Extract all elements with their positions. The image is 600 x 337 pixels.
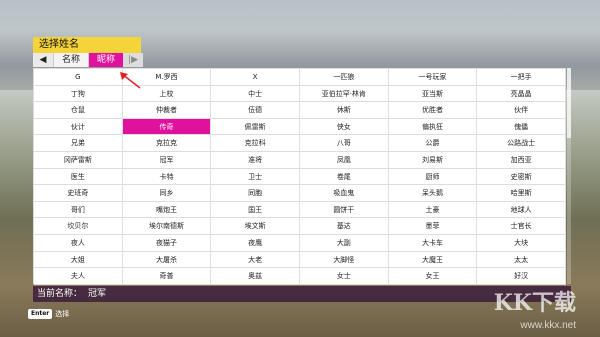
name-cell[interactable]: 大块	[477, 234, 566, 252]
name-cell[interactable]: 墨菲	[388, 218, 478, 235]
name-cell[interactable]: 兄弟	[34, 135, 123, 152]
watermark-url: www.kkx.net	[520, 320, 576, 331]
name-cell[interactable]: 优胜者	[388, 102, 478, 119]
name-cell[interactable]: 公路战士	[477, 135, 566, 152]
dialog-title: 选择姓名	[33, 37, 141, 53]
watermark: KK下载 www.kkx.net	[486, 285, 576, 331]
tab-prev-arrow-icon[interactable]: ◀	[33, 53, 53, 67]
name-cell[interactable]: 伙伴	[477, 102, 566, 119]
name-cell[interactable]: 厨师	[388, 168, 478, 186]
select-action-label: 选择	[55, 310, 70, 318]
name-cell[interactable]: 嘴炮王	[122, 201, 212, 219]
name-cell[interactable]: X	[211, 69, 300, 86]
name-cell[interactable]: 坎贝尔	[34, 218, 123, 235]
name-cell[interactable]: 基达	[299, 218, 389, 235]
name-cell[interactable]: 大姐	[34, 251, 123, 269]
name-cell[interactable]: 刘易斯	[388, 151, 478, 169]
name-cell[interactable]: 夜猫子	[122, 234, 212, 252]
name-cell[interactable]: 夜鹰	[211, 234, 300, 252]
name-cell[interactable]: 地球人	[477, 201, 566, 219]
name-cell[interactable]: 克拉科	[211, 135, 300, 152]
mouse-pointer-icon	[120, 72, 141, 89]
name-cell[interactable]: 大魔王	[388, 251, 478, 269]
name-cell[interactable]: 夫人	[34, 268, 123, 285]
name-cell[interactable]: 国王	[211, 201, 300, 219]
name-cell[interactable]: 医生	[34, 168, 123, 186]
name-cell[interactable]: 同胞	[211, 185, 300, 202]
tab-name[interactable]: 名称	[53, 53, 89, 67]
name-cell[interactable]: 史密斯	[477, 168, 566, 186]
name-cell[interactable]: 一把手	[477, 69, 566, 86]
name-cell[interactable]: 埃文斯	[211, 218, 300, 235]
name-cell[interactable]: 八哥	[299, 135, 389, 152]
name-cell[interactable]: 大副	[299, 234, 389, 252]
name-cell[interactable]: 土豪	[388, 201, 478, 219]
name-cell[interactable]: 凤凰	[299, 151, 389, 169]
current-name-label: 当前名称：	[37, 289, 83, 299]
tab-nickname[interactable]: 昵称	[88, 53, 124, 67]
name-grid: G M.罗西 X 一匹狼 一号玩家 一把手 丁狗 上校 中士 亚伯拉罕·林肯 亚当斯 亮晶晶 仓鼠 仲裁者…	[33, 68, 566, 285]
name-cell[interactable]: G	[34, 69, 123, 86]
enter-key-icon: Enter	[28, 309, 53, 319]
name-cell[interactable]: 奥兹	[211, 268, 300, 285]
name-cell[interactable]: 大脚怪	[299, 251, 389, 269]
name-cell[interactable]: 佩雷斯	[211, 118, 300, 136]
name-cell[interactable]: 大老	[211, 251, 300, 269]
name-cell[interactable]: 卷尾	[299, 168, 389, 186]
scroll-thumb[interactable]	[567, 68, 571, 138]
name-cell[interactable]: 仲裁者	[122, 102, 212, 119]
name-cell[interactable]: 傀儡	[477, 118, 566, 136]
name-cell[interactable]: 伙计	[34, 118, 123, 136]
watermark-logo: KK下载	[493, 290, 576, 316]
name-cell[interactable]: 太太	[477, 251, 566, 269]
name-cell[interactable]: 哥们	[34, 201, 123, 219]
name-cell[interactable]: 卫士	[211, 168, 300, 186]
name-cell[interactable]: 一匹狼	[299, 69, 389, 86]
name-cell[interactable]: 公爵	[388, 135, 478, 152]
footer-hint[interactable]: Enter 选择	[28, 309, 69, 319]
name-cell[interactable]: 丁狗	[34, 85, 123, 103]
name-cell[interactable]: 准将	[211, 151, 300, 169]
name-cell[interactable]: 呆头鹅	[388, 185, 478, 202]
current-name-value: 冠军	[88, 289, 107, 299]
name-cell[interactable]: 吸血鬼	[299, 185, 389, 202]
name-cell[interactable]: 亚当斯	[388, 85, 478, 103]
name-cell[interactable]: 侠女	[299, 118, 389, 136]
name-cell[interactable]: 奇普	[122, 268, 212, 285]
name-cell[interactable]: 大屠杀	[122, 251, 212, 269]
tab-bar: ◀ 名称 昵称 |▶	[33, 53, 144, 67]
name-cell[interactable]: 仓鼠	[34, 102, 123, 119]
name-cell[interactable]: 史班奇	[34, 185, 123, 202]
name-cell[interactable]: 克拉克	[122, 135, 212, 152]
scrollbar[interactable]	[567, 68, 571, 284]
name-cell[interactable]: 亚伯拉罕·林肯	[299, 85, 389, 103]
name-cell[interactable]: 士官长	[477, 218, 566, 235]
name-cell[interactable]: 一号玩家	[388, 69, 478, 86]
name-cell[interactable]: 偏执狂	[388, 118, 478, 136]
name-cell[interactable]: 休斯	[299, 102, 389, 119]
name-cell[interactable]: 好汉	[477, 268, 566, 285]
name-cell[interactable]: 埃尔南德斯	[122, 218, 212, 235]
name-cell[interactable]: 加西亚	[477, 151, 566, 169]
name-cell[interactable]: 夜人	[34, 234, 123, 252]
name-cell[interactable]: 中士	[211, 85, 300, 103]
name-cell[interactable]: 亮晶晶	[477, 85, 566, 103]
name-cell[interactable]: 卡特	[122, 168, 212, 186]
name-cell[interactable]: 冠军	[122, 151, 212, 169]
name-cell[interactable]: 传奇	[122, 118, 212, 136]
name-cell[interactable]: 女王	[388, 268, 478, 285]
name-cell[interactable]: 同乡	[122, 185, 212, 202]
name-cell[interactable]: 圆饼干	[299, 201, 389, 219]
name-cell[interactable]: 伍德	[211, 102, 300, 119]
name-cell[interactable]: 冈萨雷斯	[34, 151, 123, 169]
tab-next-arrow-icon[interactable]: |▶	[123, 53, 144, 67]
name-cell[interactable]: 大卡车	[388, 234, 478, 252]
name-cell[interactable]: 哈里斯	[477, 185, 566, 202]
name-cell[interactable]: 女士	[299, 268, 389, 285]
